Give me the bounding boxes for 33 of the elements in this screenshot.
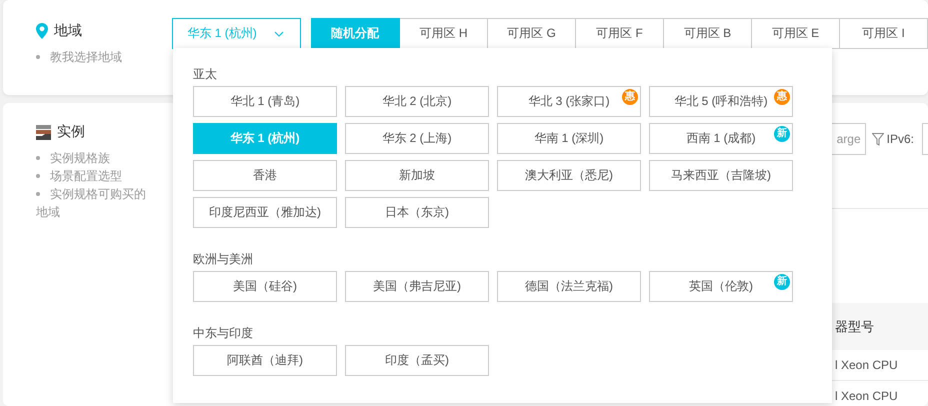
region-badge: 新 xyxy=(774,274,790,290)
table-cell: l Xeon CPU xyxy=(835,389,898,403)
region-badge: 新 xyxy=(774,126,790,142)
region-option[interactable]: 华东 2 (上海) xyxy=(345,123,489,154)
region-badge: 惠 xyxy=(774,89,790,105)
region-option[interactable]: 印度（孟买) xyxy=(345,345,489,376)
region-option[interactable]: 华北 2 (北京) xyxy=(345,86,489,117)
region-option[interactable]: 阿联酋（迪拜) xyxy=(193,345,337,376)
column-header: 器型号 xyxy=(835,318,874,336)
region-option[interactable]: 西南 1 (成都) 新 xyxy=(649,123,793,154)
region-badge: 惠 xyxy=(622,89,638,105)
group-title: 中东与印度 xyxy=(193,325,254,342)
section-title: 实例 xyxy=(57,123,85,141)
region-option[interactable]: 美国（弗吉尼亚) xyxy=(345,271,489,302)
ipv6-label: IPv6: xyxy=(886,132,914,146)
region-option[interactable]: 华北 3 (张家口) 惠 xyxy=(497,86,641,117)
region-option[interactable]: 新加坡 xyxy=(345,160,489,191)
region-option[interactable]: 印度尼西亚（雅加达) xyxy=(193,197,337,228)
region-option[interactable]: 日本（东京) xyxy=(345,197,489,228)
region-option[interactable]: 华南 1 (深圳) xyxy=(497,123,641,154)
section-title: 地域 xyxy=(54,22,82,40)
region-option[interactable]: 华北 1 (青岛) xyxy=(193,86,337,117)
group-title: 欧洲与美洲 xyxy=(193,251,254,268)
region-option[interactable]: 澳大利亚（悉尼) xyxy=(497,160,641,191)
region-option[interactable]: 马来西亚（吉隆坡) xyxy=(649,160,793,191)
region-option[interactable]: 英国（伦敦) 新 xyxy=(649,271,793,302)
region-option[interactable]: 香港 xyxy=(193,160,337,191)
region-option[interactable]: 德国（法兰克福) xyxy=(497,271,641,302)
zone-tab[interactable]: 可用区 I xyxy=(840,18,928,49)
group-title: 亚太 xyxy=(193,66,218,83)
table-cell: l Xeon CPU xyxy=(835,358,898,372)
region-option[interactable]: 华北 5 (呼和浩特) 惠 xyxy=(649,86,793,117)
region-option[interactable]: 美国（硅谷) xyxy=(193,271,337,302)
